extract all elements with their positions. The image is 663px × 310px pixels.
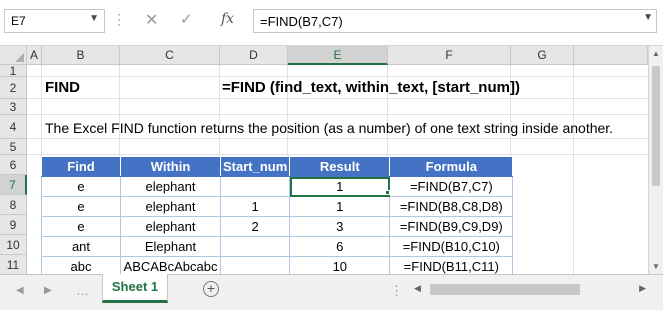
cell-e7-selected[interactable]: 1 (289, 176, 391, 197)
row-header-6[interactable]: 6 (0, 155, 27, 175)
row-header-5[interactable]: 5 (0, 139, 27, 155)
table-row: e elephant 1 =FIND(B7,C7) (41, 176, 514, 197)
fill-handle[interactable] (385, 190, 390, 195)
scroll-down-icon[interactable]: ▼ (652, 262, 660, 271)
cell-d9[interactable]: 2 (219, 216, 291, 237)
cell-c9[interactable]: elephant (120, 216, 221, 237)
split-grip-icon[interactable]: ⋮ (390, 283, 403, 299)
column-header-h[interactable] (574, 46, 648, 65)
cell-c7[interactable]: elephant (120, 176, 221, 197)
column-header-g[interactable]: G (511, 46, 574, 65)
row-header-1[interactable]: 1 (0, 65, 27, 77)
header-result[interactable]: Result (289, 156, 391, 177)
add-sheet-icon[interactable]: + (203, 281, 219, 297)
cell-e10[interactable]: 6 (289, 236, 391, 257)
cell-c10[interactable]: Elephant (120, 236, 221, 257)
gridline (27, 98, 648, 99)
cell-f9[interactable]: =FIND(B9,C9,D9) (389, 216, 514, 237)
gridline (27, 154, 648, 155)
formula-bar: E7 ▼ ⋮ ✕ ✓ fx =FIND(B7,C7) ▼ (0, 0, 663, 46)
gridline (27, 114, 648, 115)
scroll-up-icon[interactable]: ▲ (652, 49, 660, 58)
cell-b11[interactable]: abc (41, 256, 121, 274)
row-header-10[interactable]: 10 (0, 235, 27, 255)
formula-input[interactable]: =FIND(B7,C7) (253, 9, 657, 33)
chevron-right-icon[interactable]: ▶ (44, 285, 52, 296)
worksheet-grid[interactable]: A B C D E F G 1 2 3 4 5 6 7 8 9 10 11 FI… (0, 46, 648, 274)
cell-f10[interactable]: =FIND(B10,C10) (389, 236, 514, 257)
cell-c8[interactable]: elephant (120, 196, 221, 217)
cell-f11[interactable]: =FIND(B11,C11) (389, 256, 514, 274)
cancel-icon[interactable]: ✕ (145, 10, 158, 30)
examples-table: Find Within Start_num Result Formula e e… (41, 156, 514, 274)
row-header-3[interactable]: 3 (0, 99, 27, 115)
header-start-num[interactable]: Start_num (219, 156, 291, 177)
row-header-9[interactable]: 9 (0, 215, 27, 235)
sheet-title: FIND (45, 79, 80, 96)
sheet-tab-active[interactable]: Sheet 1 (102, 274, 168, 303)
cell-d7[interactable] (219, 176, 291, 197)
header-formula[interactable]: Formula (389, 156, 514, 177)
gridline (27, 76, 648, 77)
cell-c11[interactable]: ABCABcAbcabc (120, 256, 221, 274)
cell-e8[interactable]: 1 (289, 196, 391, 217)
chevron-down-icon[interactable]: ▼ (643, 12, 653, 23)
cell-b8[interactable]: e (41, 196, 121, 217)
cell-d11[interactable] (219, 256, 291, 274)
separator-grip-icon: ⋮ (112, 11, 126, 27)
function-description: The Excel FIND function returns the posi… (45, 120, 614, 136)
table-row: ant Elephant 6 =FIND(B10,C10) (41, 236, 514, 257)
horizontal-scrollbar[interactable]: ◀ ▶ (412, 281, 648, 298)
vertical-scrollbar[interactable]: ▲ ▼ (648, 46, 663, 274)
row-header-2[interactable]: 2 (0, 77, 27, 99)
column-header-e[interactable]: E (288, 46, 388, 65)
column-header-a[interactable]: A (27, 46, 42, 65)
cell-b9[interactable]: e (41, 216, 121, 237)
table-row: e elephant 1 1 =FIND(B8,C8,D8) (41, 196, 514, 217)
cell-e9[interactable]: 3 (289, 216, 391, 237)
function-syntax: =FIND (find_text, within_text, [start_nu… (222, 79, 520, 96)
name-box[interactable]: E7 ▼ (4, 9, 105, 33)
function-icon[interactable]: fx (221, 11, 234, 27)
row-header-4[interactable]: 4 (0, 115, 27, 139)
table-row: e elephant 2 3 =FIND(B9,C9,D9) (41, 216, 514, 237)
cell-f8[interactable]: =FIND(B8,C8,D8) (389, 196, 514, 217)
cell-d8[interactable]: 1 (219, 196, 291, 217)
row-header-7[interactable]: 7 (0, 175, 27, 195)
scroll-left-icon[interactable]: ◀ (414, 283, 421, 294)
more-icon[interactable]: … (76, 283, 89, 298)
sheet-tab-bar: ◀ ▶ … Sheet 1 + ⋮ ◀ ▶ (0, 274, 663, 310)
scrollbar-thumb[interactable] (430, 284, 580, 295)
scroll-right-icon[interactable]: ▶ (639, 283, 646, 294)
scrollbar-thumb[interactable] (652, 66, 660, 186)
chevron-down-icon[interactable]: ▼ (89, 13, 99, 24)
header-within[interactable]: Within (120, 156, 221, 177)
cell-b7[interactable]: e (41, 176, 121, 197)
select-all-corner[interactable] (0, 46, 27, 65)
cell-e11[interactable]: 10 (289, 256, 391, 274)
table-header-row: Find Within Start_num Result Formula (41, 156, 514, 177)
enter-icon[interactable]: ✓ (180, 10, 193, 28)
column-header-f[interactable]: F (388, 46, 511, 65)
cell-f7[interactable]: =FIND(B7,C7) (389, 176, 514, 197)
table-row: abc ABCABcAbcabc 10 =FIND(B11,C11) (41, 256, 514, 274)
column-header-d[interactable]: D (220, 46, 288, 65)
chevron-left-icon[interactable]: ◀ (16, 285, 24, 296)
row-header-11[interactable]: 11 (0, 255, 27, 274)
cell-d10[interactable] (219, 236, 291, 257)
row-header-8[interactable]: 8 (0, 195, 27, 215)
gridline (573, 65, 574, 274)
gridline (27, 138, 648, 139)
header-find[interactable]: Find (41, 156, 121, 177)
column-header-b[interactable]: B (42, 46, 120, 65)
column-header-c[interactable]: C (120, 46, 220, 65)
name-box-value: E7 (11, 14, 26, 28)
cell-b10[interactable]: ant (41, 236, 121, 257)
